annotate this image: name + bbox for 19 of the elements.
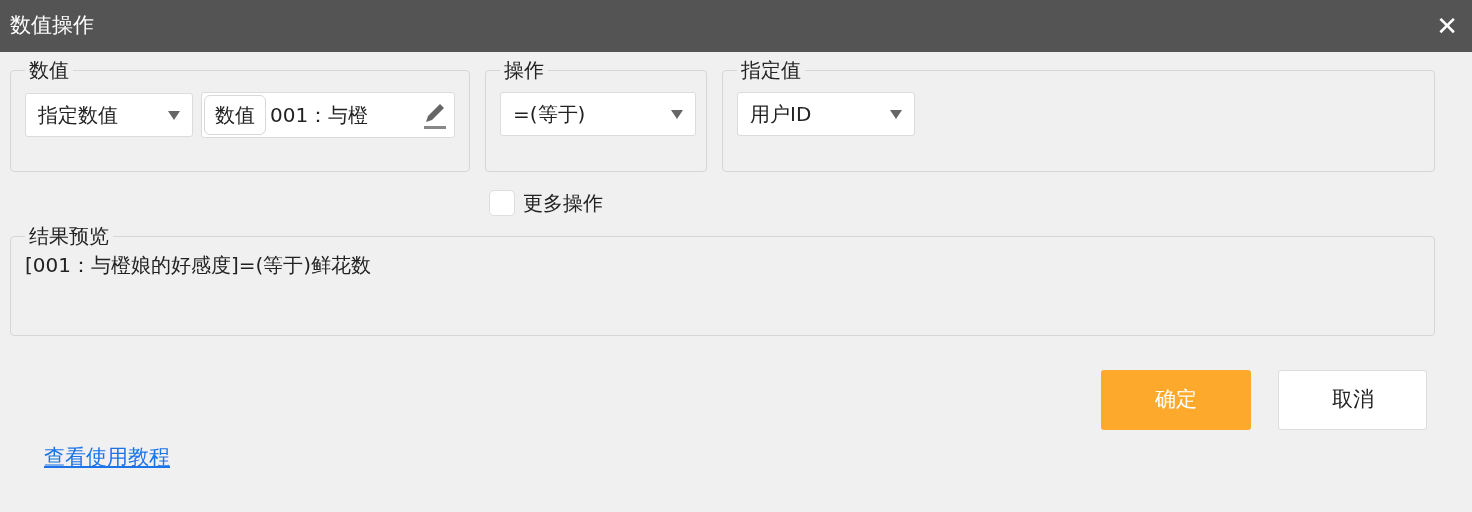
help-link[interactable]: 查看使用教程 xyxy=(44,445,170,469)
group-label: 结果预览 xyxy=(28,224,110,248)
caret-icon xyxy=(890,109,902,119)
preview-text: [001：与橙娘的好感度]=(等于)鲜花数 xyxy=(25,252,373,279)
target-dropdown[interactable]: 用户ID xyxy=(737,92,915,136)
group-label: 操作 xyxy=(503,58,545,82)
checkbox-label: 更多操作 xyxy=(523,190,603,217)
value-tag: 数值 xyxy=(204,95,266,135)
operation-dropdown[interactable]: =(等于) xyxy=(500,92,696,136)
caret-icon xyxy=(168,110,180,120)
window-title: 数值操作 xyxy=(10,12,94,40)
group-label: 指定值 xyxy=(740,58,802,82)
cancel-button[interactable]: 取消 xyxy=(1278,370,1427,430)
source-dropdown[interactable]: 指定数值 xyxy=(25,93,193,137)
close-button[interactable]: ✕ xyxy=(1432,13,1462,39)
group-label: 数值 xyxy=(28,58,70,82)
value-field[interactable]: 数值 001：与橙 xyxy=(201,92,455,138)
caret-icon xyxy=(671,109,683,119)
checkbox[interactable] xyxy=(489,190,515,216)
